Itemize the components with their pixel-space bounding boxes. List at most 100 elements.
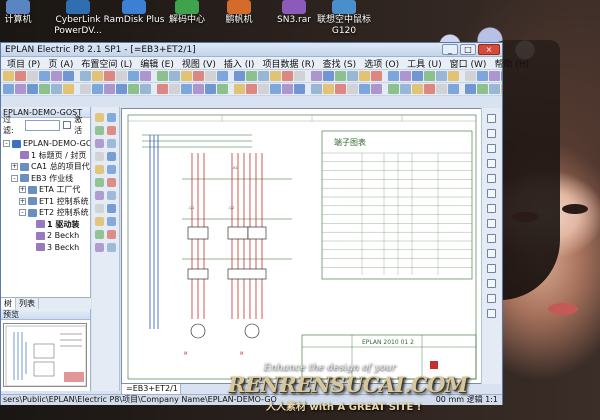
drawing-tool-icon[interactable] <box>95 243 104 252</box>
toolbar-button-icon[interactable] <box>477 71 488 81</box>
symbol-tool-icon[interactable] <box>487 144 496 153</box>
toolbar-button-icon[interactable] <box>205 84 216 94</box>
symbol-tool-icon[interactable] <box>487 204 496 213</box>
tree-item[interactable]: - EB3 作业线 <box>1 173 90 185</box>
maximize-button[interactable]: □ <box>460 44 476 55</box>
toolbar-button-icon[interactable] <box>27 71 38 81</box>
toolbar-button-icon[interactable] <box>448 84 459 94</box>
toolbar-button-icon[interactable] <box>63 71 74 81</box>
toolbar-button-icon[interactable] <box>229 71 233 81</box>
toolbar-button-icon[interactable] <box>140 71 151 81</box>
toolbar-button-icon[interactable] <box>323 71 334 81</box>
toolbar-button-icon[interactable] <box>169 84 180 94</box>
symbol-tool-icon[interactable] <box>487 234 496 243</box>
toolbar-button-icon[interactable] <box>128 84 139 94</box>
drawing-tool-icon[interactable] <box>107 139 116 148</box>
drawing-tool-icon[interactable] <box>107 152 116 161</box>
close-button[interactable]: × <box>478 44 500 55</box>
toolbar-button-icon[interactable] <box>181 84 192 94</box>
window-titlebar[interactable]: EPLAN Electric P8 2.1 SP1 - [=EB3+ET2/1]… <box>1 43 502 57</box>
drawing-tool-icon[interactable] <box>95 113 104 122</box>
symbol-tool-icon[interactable] <box>487 249 496 258</box>
toolbar-button-icon[interactable] <box>80 71 91 81</box>
menu-page[interactable]: 页 (A) <box>44 57 77 70</box>
toolbar-button-icon[interactable] <box>371 71 382 81</box>
toolbar-button-icon[interactable] <box>116 84 127 94</box>
drawing-tool-icon[interactable] <box>95 191 104 200</box>
toolbar-button-icon[interactable] <box>217 71 228 81</box>
toolbar-button-icon[interactable] <box>51 71 62 81</box>
tab-list[interactable]: 列表 <box>16 298 39 309</box>
desktop-icon-air-mouse[interactable]: 联想空中鼠标 G120 <box>312 0 376 37</box>
toolbar-button-icon[interactable] <box>436 71 447 81</box>
toolbar-button-icon[interactable] <box>448 71 459 81</box>
toolbar-button-icon[interactable] <box>51 84 62 94</box>
activate-checkbox[interactable] <box>63 121 72 129</box>
toolbar-button-icon[interactable] <box>128 71 139 81</box>
toolbar-button-icon[interactable] <box>152 84 156 94</box>
toolbar-button-icon[interactable] <box>140 84 151 94</box>
toolbar-button-icon[interactable] <box>465 71 476 81</box>
menu-window[interactable]: 窗口 (W) <box>446 57 491 70</box>
menu-layout-space[interactable]: 布置空间 (L) <box>77 57 136 70</box>
menu-insert[interactable]: 插入 (I) <box>220 57 259 70</box>
toolbar-button-icon[interactable] <box>282 84 293 94</box>
toolbar-button-icon[interactable] <box>116 71 127 81</box>
toolbar-button-icon[interactable] <box>27 84 38 94</box>
toolbar-button-icon[interactable] <box>193 71 204 81</box>
toolbar-button-icon[interactable] <box>246 84 257 94</box>
symbol-tool-icon[interactable] <box>487 114 496 123</box>
toolbar-button-icon[interactable] <box>306 71 310 81</box>
drawing-tool-icon[interactable] <box>95 230 104 239</box>
toolbar-button-icon[interactable] <box>412 71 423 81</box>
symbol-tool-icon[interactable] <box>487 129 496 138</box>
tree-item[interactable]: - ET2 控制系统 <box>1 207 90 219</box>
toolbar-button-icon[interactable] <box>388 71 399 81</box>
toolbar-button-icon[interactable] <box>270 71 281 81</box>
toolbar-button-icon[interactable] <box>501 71 502 81</box>
toolbar-button-icon[interactable] <box>258 71 269 81</box>
toolbar-button-icon[interactable] <box>436 84 447 94</box>
tree-expander-icon[interactable]: + <box>19 186 26 194</box>
drawing-tool-icon[interactable] <box>107 126 116 135</box>
toolbar-button-icon[interactable] <box>311 84 322 94</box>
toolbar-button-icon[interactable] <box>359 71 370 81</box>
toolbar-button-icon[interactable] <box>63 84 74 94</box>
toolbar-button-icon[interactable] <box>335 71 346 81</box>
drawing-tool-icon[interactable] <box>95 178 104 187</box>
toolbar-button-icon[interactable] <box>383 84 387 94</box>
drawing-tool-icon[interactable] <box>95 152 104 161</box>
toolbar-button-icon[interactable] <box>371 84 382 94</box>
preview-thumbnail[interactable] <box>3 323 87 387</box>
menu-options[interactable]: 选项 (O) <box>360 57 403 70</box>
tree-expander-icon[interactable]: + <box>11 163 18 171</box>
toolbar-button-icon[interactable] <box>246 71 257 81</box>
toolbar-button-icon[interactable] <box>306 84 310 94</box>
toolbar-button-icon[interactable] <box>400 84 411 94</box>
drawing-tool-icon[interactable] <box>107 217 116 226</box>
toolbar-button-icon[interactable] <box>157 71 168 81</box>
tree-item[interactable]: 1 标题页 / 封页 <box>1 150 90 162</box>
symbol-tool-icon[interactable] <box>487 264 496 273</box>
drawing-tool-icon[interactable] <box>95 126 104 135</box>
toolbar-button-icon[interactable] <box>181 71 192 81</box>
toolbar-button-icon[interactable] <box>92 71 103 81</box>
toolbar-button-icon[interactable] <box>229 84 233 94</box>
drawing-tool-icon[interactable] <box>107 191 116 200</box>
drawing-tool-icon[interactable] <box>107 113 116 122</box>
toolbar-button-icon[interactable] <box>282 71 293 81</box>
symbol-tool-icon[interactable] <box>487 279 496 288</box>
toolbar-button-icon[interactable] <box>169 71 180 81</box>
menu-view[interactable]: 视图 (V) <box>178 57 220 70</box>
desktop-icon-cyberlink[interactable]: CyberLink PowerDV... <box>46 0 110 37</box>
toolbar-button-icon[interactable] <box>465 84 476 94</box>
tree-item[interactable]: 1 驱动装 <box>1 219 90 231</box>
symbol-tool-icon[interactable] <box>487 219 496 228</box>
menu-find[interactable]: 查找 (S) <box>319 57 361 70</box>
toolbar-button-icon[interactable] <box>412 84 423 94</box>
toolbar-button-icon[interactable] <box>234 84 245 94</box>
menu-help[interactable]: 帮助 (H) <box>490 57 533 70</box>
toolbar-button-icon[interactable] <box>92 84 103 94</box>
toolbar-button-icon[interactable] <box>104 84 115 94</box>
drawing-tool-icon[interactable] <box>95 139 104 148</box>
